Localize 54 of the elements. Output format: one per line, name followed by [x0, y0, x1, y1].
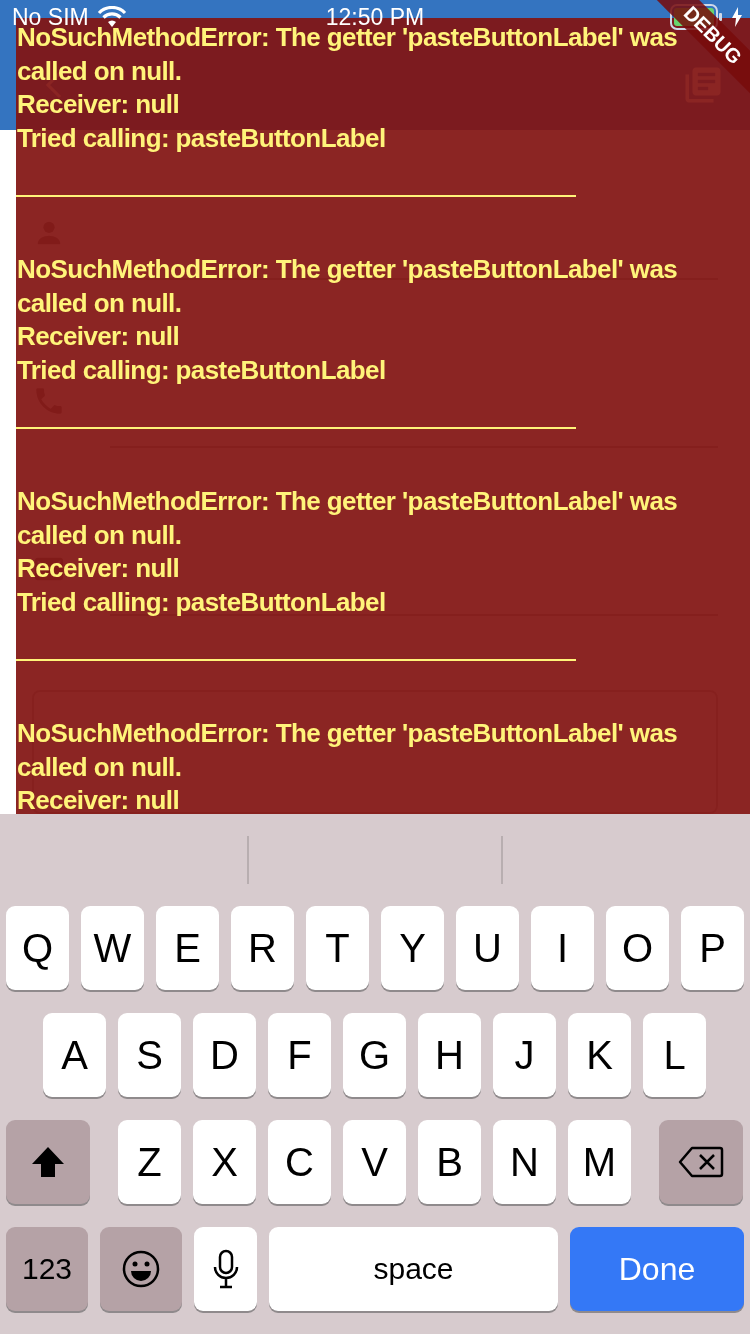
letter-key[interactable]: K [568, 1013, 631, 1097]
shift-key[interactable] [6, 1120, 90, 1204]
error-text: Tried calling: pasteButtonLabel [16, 353, 386, 387]
error-text: NoSuchMethodError: The getter 'pasteButtonLabel' was [16, 485, 678, 518]
error-text: called on null. [16, 286, 182, 320]
error-text: called on null. [16, 750, 182, 784]
error-text: Receiver: null [16, 88, 180, 121]
letter-key[interactable]: M [568, 1120, 631, 1204]
charging-icon [732, 7, 742, 27]
error-text: Tried calling: pasteButtonLabel [16, 585, 386, 619]
error-text: NoSuchMethodError: The getter 'pasteButtonLabel' was [16, 253, 678, 286]
error-text: Receiver: null [16, 784, 180, 814]
letter-key[interactable]: T [306, 906, 369, 990]
letter-key[interactable]: N [493, 1120, 556, 1204]
backspace-key[interactable] [659, 1120, 743, 1204]
microphone-icon [212, 1249, 239, 1289]
backspace-icon [678, 1146, 724, 1178]
shift-icon [30, 1145, 66, 1179]
letter-key[interactable]: Y [381, 906, 444, 990]
error-text: called on null. [16, 54, 182, 88]
letter-key[interactable]: D [193, 1013, 256, 1097]
letter-key[interactable]: G [343, 1013, 406, 1097]
wifi-icon [96, 6, 127, 28]
letter-key[interactable]: L [643, 1013, 706, 1097]
microphone-key[interactable] [194, 1227, 257, 1311]
space-key[interactable]: space [269, 1227, 558, 1311]
letter-key[interactable]: W [81, 906, 144, 990]
letter-key[interactable]: J [493, 1013, 556, 1097]
letter-key[interactable]: S [118, 1013, 181, 1097]
error-text: Tried calling: pasteButtonLabel [16, 121, 386, 155]
status-time: 12:50 PM [325, 5, 425, 29]
letter-key[interactable]: Z [118, 1120, 181, 1204]
letter-key[interactable]: B [418, 1120, 481, 1204]
letter-key[interactable]: E [156, 906, 219, 990]
error-text: Receiver: null [16, 320, 180, 353]
letter-key[interactable]: U [456, 906, 519, 990]
letter-key[interactable]: I [531, 906, 594, 990]
done-key[interactable]: Done [570, 1227, 744, 1311]
letter-key[interactable]: P [681, 906, 744, 990]
letter-key[interactable]: Q [6, 906, 69, 990]
letter-key[interactable]: H [418, 1013, 481, 1097]
letter-key[interactable]: F [268, 1013, 331, 1097]
smiley-icon [121, 1249, 161, 1289]
letter-key[interactable]: A [43, 1013, 106, 1097]
emoji-key[interactable] [100, 1227, 182, 1311]
error-text: called on null. [16, 518, 182, 552]
numbers-key[interactable]: 123 [6, 1227, 88, 1311]
letter-key[interactable]: R [231, 906, 294, 990]
error-text: NoSuchMethodError: The getter 'pasteButtonLabel' was [16, 717, 678, 750]
letter-key[interactable]: O [606, 906, 669, 990]
letter-key[interactable]: V [343, 1120, 406, 1204]
error-text: Receiver: null [16, 552, 180, 585]
letter-key[interactable]: X [193, 1120, 256, 1204]
letter-key[interactable]: C [268, 1120, 331, 1204]
